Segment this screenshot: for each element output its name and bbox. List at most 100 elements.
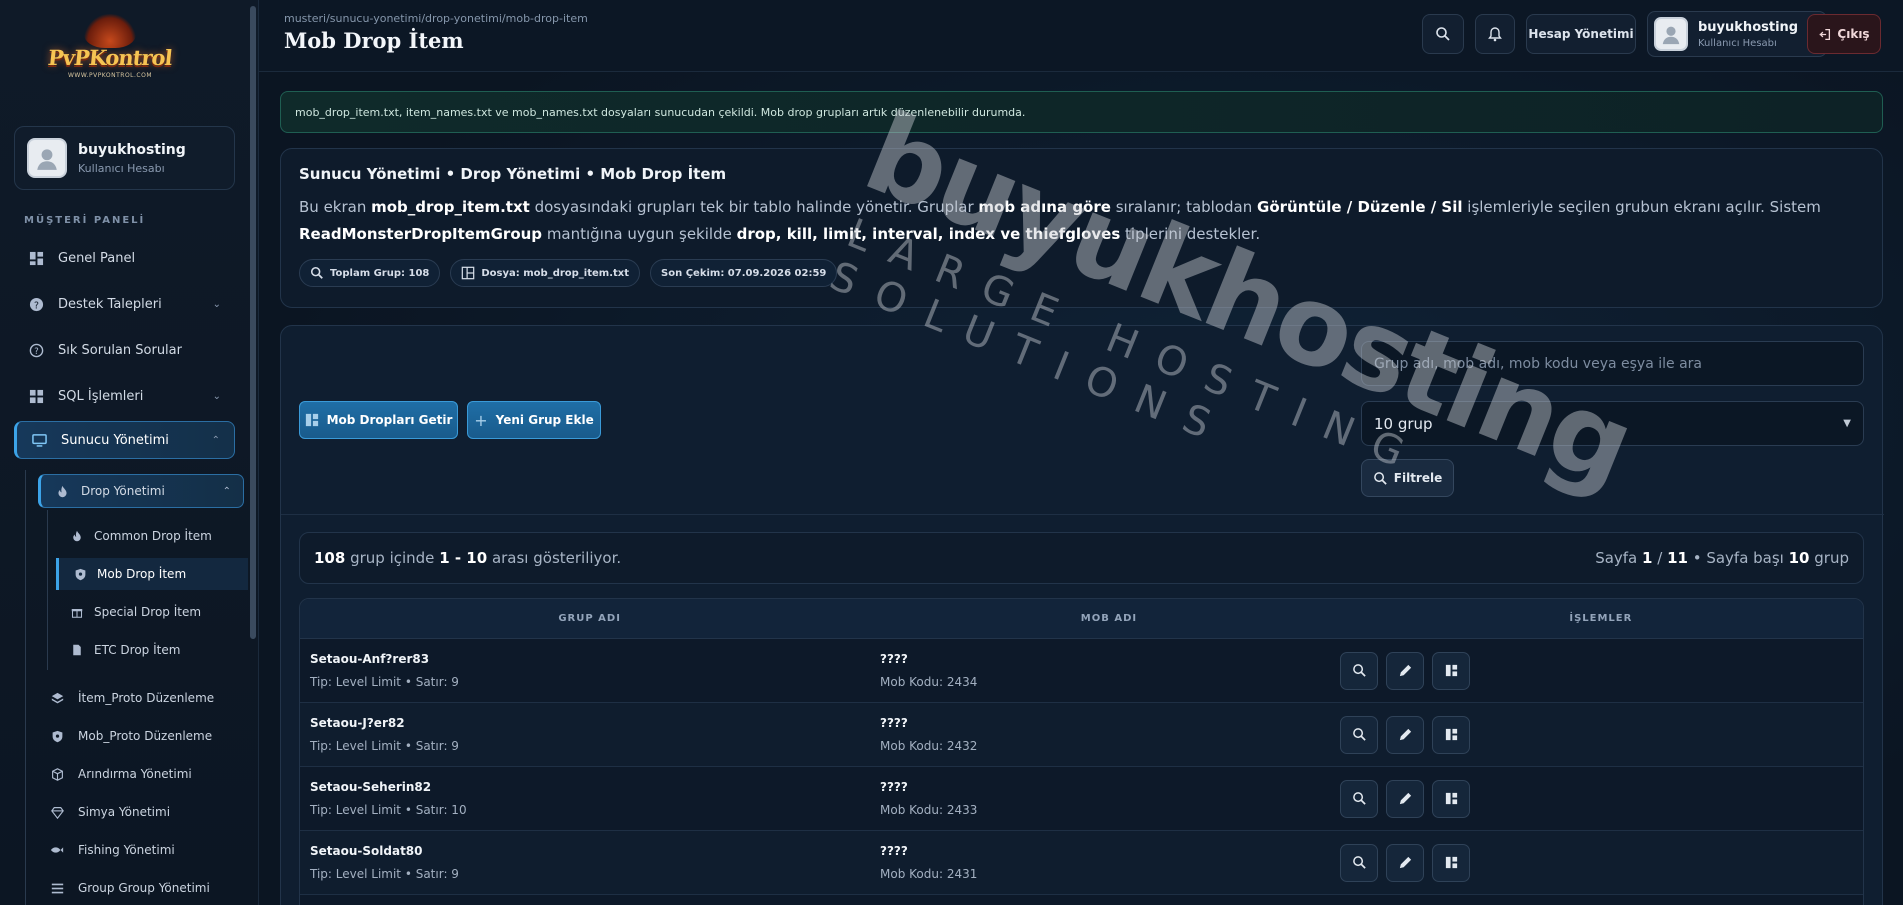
fetch-mob-drops-button[interactable]: Mob Dropları Getir [299,401,458,439]
chevron-down-icon: ⌄ [212,298,221,310]
page-title: Mob Drop İtem [284,28,464,53]
tree-line [47,510,48,670]
layout-button[interactable] [1432,651,1470,690]
grid-icon [1445,792,1457,805]
notifications-button[interactable] [1475,14,1515,54]
search-input[interactable] [1361,341,1864,386]
sidebar-item-genel-panel[interactable]: Genel Panel [14,239,235,277]
column-header-mob[interactable]: MOB ADI [879,613,1338,624]
view-button[interactable] [1340,779,1378,818]
edit-button[interactable] [1386,843,1424,882]
breadcrumb: musteri/sunucu-yonetimi/drop-yonetimi/mo… [284,12,588,25]
sidebar-item-label: Destek Talepleri [58,296,162,312]
logo[interactable]: PvPKontrol WWW.PVPKONTROL.COM [38,14,182,100]
question-icon: ? [28,342,44,358]
per-page-select[interactable]: 10 grup ▼ [1361,401,1864,446]
sidebar-item-destek-talepleri[interactable]: ? Destek Talepleri ⌄ [14,285,235,323]
group-meta: Tip: Level Limit • Satır: 9 [310,739,459,753]
group-name: Setaou-J?er82 [310,716,405,730]
sidebar-item-common-drop[interactable]: Common Drop İtem [56,520,248,552]
help-circle-icon: ? [28,296,44,312]
sidebar-section-title: MÜŞTERİ PANELİ [24,215,146,226]
layout-button[interactable] [1432,779,1470,818]
total-groups-chip: Toplam Grup: 108 [299,259,441,287]
column-header-group[interactable]: GRUP ADI [300,613,879,624]
view-button[interactable] [1340,843,1378,882]
info-card: Sunucu Yönetimi • Drop Yönetimi • Mob Dr… [280,148,1883,308]
sidebar-item-label: Genel Panel [58,250,136,266]
view-button[interactable] [1340,715,1378,754]
table-header: GRUP ADI MOB ADI İŞLEMLER [300,599,1863,639]
group-name: Setaou-Seherin82 [310,780,432,794]
view-button[interactable] [1340,651,1378,690]
info-title: Sunucu Yönetimi • Drop Yönetimi • Mob Dr… [299,165,727,183]
search-icon [1352,728,1366,741]
info-description: Bu ekran mob_drop_item.txt dosyasındaki … [299,198,1821,243]
search-button[interactable] [1422,14,1464,54]
grid-icon [1445,856,1457,869]
sidebar-item-sss[interactable]: ? Sık Sorulan Sorular [14,331,235,369]
sidebar-item-simya[interactable]: Simya Yönetimi [38,795,244,829]
grid-icon [1445,664,1457,677]
search-icon [1373,471,1387,485]
header-user-subtitle: Kullanıcı Hesabı [1698,37,1777,49]
sidebar-item-mob-proto[interactable]: Mob_Proto Düzenleme [38,719,244,753]
flame-icon [55,484,69,498]
edit-button[interactable] [1386,651,1424,690]
file-icon [70,643,84,657]
search-icon [1352,792,1366,805]
sidebar-item-sql[interactable]: SQL İşlemleri ⌄ [14,377,235,415]
svg-text:?: ? [34,300,39,311]
account-management-button[interactable]: Hesap Yönetimi [1526,14,1636,54]
sidebar-item-group-group[interactable]: Group Group Yönetimi [38,871,244,905]
mob-name: ???? [880,844,908,858]
sidebar-item-item-proto[interactable]: İtem_Proto Düzenleme [38,681,244,715]
info-chips: Toplam Grup: 108 Dosya: mob_drop_item.tx… [299,259,1864,287]
group-meta: Tip: Level Limit • Satır: 10 [310,803,467,817]
pencil-icon [1399,664,1411,677]
last-fetch-chip: Son Çekim: 07.09.2026 02:59 [650,259,838,287]
mob-name: ???? [880,716,908,730]
groups-card: Mob Dropları Getir + Yeni Grup Ekle 10 g… [280,325,1884,905]
monitor-icon [31,432,47,448]
results-range: 108 grup içinde 1 - 10 arası gösteriliyo… [314,549,622,567]
sidebar: PvPKontrol WWW.PVPKONTROL.COM buyukhosti… [0,0,259,905]
sidebar-item-etc-drop[interactable]: ETC Drop İtem [56,634,248,666]
sidebar-scrollbar[interactable] [250,6,256,639]
gift-icon [70,605,84,619]
sidebar-item-fishing[interactable]: Fishing Yönetimi [38,833,244,867]
search-icon [1352,856,1366,869]
logo-emblem [84,14,136,48]
sidebar-item-sunucu-yonetimi[interactable]: Sunucu Yönetimi ⌃ [14,421,235,459]
cube-icon [50,767,64,781]
sidebar-item-label: Drop Yönetimi [81,484,165,498]
plus-icon: + [474,410,488,430]
sidebar-item-label: İtem_Proto Düzenleme [78,691,215,705]
success-alert: mob_drop_item.txt, item_names.txt ve mob… [280,91,1883,133]
mob-code: Mob Kodu: 2432 [880,739,978,753]
add-group-button[interactable]: + Yeni Grup Ekle [467,401,601,439]
user-icon [37,149,57,170]
group-name: Setaou-Anf?rer83 [310,652,430,666]
caret-down-icon: ▼ [1843,418,1851,429]
header-user-card[interactable]: buyukhosting Kullanıcı Hesabı [1647,11,1827,57]
grid-icon [28,388,44,404]
sidebar-user-card[interactable]: buyukhosting Kullanıcı Hesabı [14,126,235,190]
layout-button[interactable] [1432,843,1470,882]
filter-button[interactable]: Filtrele [1361,459,1454,497]
tree-line [25,470,26,905]
table-row: Setaou-Seherin82 Tip: Level Limit • Satır… [300,767,1863,831]
edit-button[interactable] [1386,715,1424,754]
layout-button[interactable] [1432,715,1470,754]
edit-button[interactable] [1386,779,1424,818]
logout-button[interactable]: Çıkış [1807,14,1881,54]
chevron-up-icon: ⌃ [211,434,220,446]
sidebar-item-arindirma[interactable]: Arındırma Yönetimi [38,757,244,791]
grid-icon [305,413,318,427]
grid-icon [28,250,44,266]
sidebar-item-mob-drop[interactable]: Mob Drop İtem [56,558,248,590]
sidebar-item-special-drop[interactable]: Special Drop İtem [56,596,248,628]
sidebar-item-drop-yonetimi[interactable]: Drop Yönetimi ⌃ [38,474,244,508]
sidebar-item-label: Simya Yönetimi [78,805,171,819]
sidebar-item-label: Sık Sorulan Sorular [58,342,182,358]
